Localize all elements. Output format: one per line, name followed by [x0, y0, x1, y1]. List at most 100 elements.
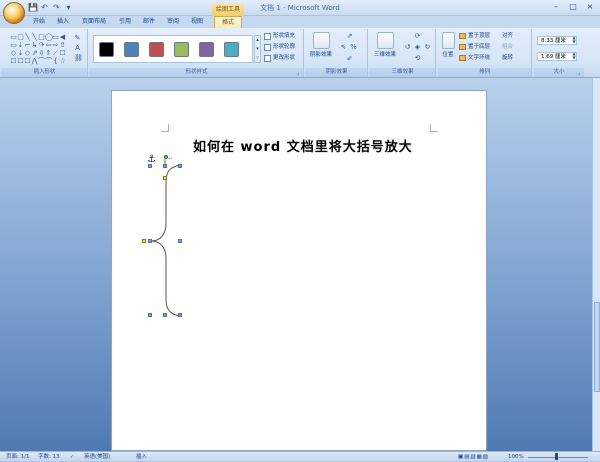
resize-handle-bottom-left[interactable] [148, 313, 152, 317]
shadow-toggle-icon[interactable]: % [350, 44, 357, 51]
text-wrap-button[interactable]: 文字环绕 [459, 54, 490, 62]
vertical-scrollbar[interactable] [592, 78, 600, 451]
shape-option-29[interactable]: ⌒ [45, 57, 52, 65]
shape-option-27[interactable]: ⋀ [31, 57, 38, 65]
resize-handle-bottom[interactable] [163, 313, 167, 317]
group-label-shadow: 阴影效果 [306, 68, 367, 77]
style-swatch-green[interactable] [174, 41, 189, 57]
shape-option-3[interactable]: ╲ [31, 33, 38, 41]
tab-format[interactable]: 格式 [214, 16, 242, 28]
shape-option-14[interactable]: ⇨ [52, 41, 59, 49]
tab-mailings[interactable]: 邮件 [140, 16, 158, 28]
tab-review[interactable]: 审阅 [164, 16, 182, 28]
adjust-handle-tip[interactable] [142, 239, 146, 243]
shape-option-22[interactable]: ⟋ [52, 49, 59, 57]
shape-outline-label: 形状轮廓 [273, 44, 296, 50]
send-to-back-button[interactable]: 置于底层 [459, 43, 490, 51]
resize-handle-bottom-right[interactable] [178, 313, 182, 317]
change-shape-icon [264, 55, 271, 62]
style-swatch-black[interactable] [99, 41, 114, 57]
zoom-slider-thumb[interactable] [555, 453, 558, 460]
resize-handle-top-right[interactable] [178, 164, 182, 168]
group-button[interactable]: 组合 [502, 43, 513, 51]
tilt-up-icon[interactable]: ⟳ [414, 33, 421, 40]
tilt-right-icon[interactable]: ↻ [424, 44, 431, 51]
shape-option-15[interactable]: ⇧ [59, 41, 66, 49]
tab-insert[interactable]: 插入 [54, 16, 72, 28]
shape-option-5[interactable]: ◯ [45, 33, 53, 41]
shape-option-19[interactable]: ⇗ [31, 49, 38, 57]
shape-option-28[interactable]: ⌒ [38, 57, 45, 65]
change-shape-button[interactable]: 更改形状 [264, 54, 295, 63]
scrollbar-thumb[interactable] [594, 302, 600, 392]
shape-option-2[interactable]: ╲ [24, 33, 31, 41]
style-swatch-red[interactable] [149, 41, 164, 57]
3d-effects-button[interactable]: 三维效果 [372, 32, 398, 58]
shape-option-16[interactable]: ◇ [10, 49, 17, 57]
tab-references[interactable]: 引用 [116, 16, 134, 28]
3d-toggle-icon[interactable]: ◈ [414, 44, 421, 51]
minimize-button[interactable]: – [548, 2, 564, 13]
shape-option-11[interactable]: ↳ [31, 41, 38, 49]
tilt-down-icon[interactable]: ⟲ [414, 55, 421, 62]
group-shadow: 阴影效果 ⇗ ⇖ % ⇙ 阴影效果 [306, 29, 368, 77]
adjust-handle-curve[interactable] [163, 176, 167, 180]
shape-option-7[interactable]: ◀ [59, 33, 66, 41]
shape-option-9[interactable]: ⇣ [17, 41, 24, 49]
shape-option-20[interactable]: ⇩ [38, 49, 45, 57]
tab-view[interactable]: 视图 [188, 16, 206, 28]
style-swatch-purple[interactable] [199, 41, 214, 57]
tilt-left-icon[interactable]: ↺ [404, 44, 411, 51]
shape-option-18[interactable]: ◇ [24, 49, 31, 57]
nudge-up-icon[interactable]: ⇗ [346, 33, 353, 40]
shape-option-0[interactable]: ▭ [10, 33, 17, 41]
style-swatch-teal[interactable] [224, 41, 239, 57]
dialog-launcher-icon[interactable]: ⌟ [297, 71, 302, 76]
gallery-scroll[interactable]: ▴ ▾ ▿ [254, 35, 261, 63]
nudge-left-icon[interactable]: ⇖ [340, 44, 347, 51]
shape-fill-button[interactable]: 形状填充 [264, 32, 295, 41]
shape-option-8[interactable]: ▭ [10, 41, 17, 49]
shape-option-6[interactable]: ▭ [52, 33, 59, 41]
maximize-button[interactable]: □ [565, 2, 581, 13]
shape-option-30[interactable]: { [52, 57, 59, 65]
shape-outline-button[interactable]: 形状轮廓 [264, 43, 295, 52]
shape-option-12[interactable]: ↷ [38, 41, 45, 49]
height-spinner[interactable]: ▲ ▼ [571, 36, 577, 45]
resize-handle-top[interactable] [163, 164, 167, 168]
shadow-effects-button[interactable]: 阴影效果 [308, 32, 334, 58]
shape-option-31[interactable]: ☆ [59, 57, 66, 65]
tab-page-layout[interactable]: 页面布局 [78, 16, 110, 28]
style-swatch-blue[interactable] [124, 41, 139, 57]
zoom-slider[interactable] [528, 457, 588, 458]
close-button[interactable]: × [582, 2, 598, 13]
link-icon[interactable]: ⛓ [74, 55, 83, 62]
size-dialog-launcher-icon[interactable]: ⌟ [578, 71, 583, 76]
document-heading[interactable]: 如何在 word 文档里将大括号放大 [193, 136, 413, 155]
shape-option-13[interactable]: ⇦ [45, 41, 52, 49]
resize-handle-top-left[interactable] [148, 164, 152, 168]
width-spinner[interactable]: ▲ ▼ [571, 52, 577, 61]
shape-option-24[interactable]: ☐ [10, 57, 17, 65]
position-button[interactable]: 位置 [439, 32, 457, 58]
shape-option-17[interactable]: ⇣ [17, 49, 24, 57]
nudge-down-icon[interactable]: ⇙ [346, 55, 353, 62]
shape-option-4[interactable]: □ [38, 33, 45, 41]
office-button[interactable] [3, 2, 25, 24]
shape-option-26[interactable]: ☐ [24, 57, 31, 65]
shape-option-10[interactable]: ⌐ [24, 41, 31, 49]
align-button[interactable]: 对齐 [502, 32, 513, 40]
shape-option-21[interactable]: ⇑ [45, 49, 52, 57]
shape-option-23[interactable]: ☐ [59, 49, 66, 57]
resize-handle-right[interactable] [178, 239, 182, 243]
tab-home[interactable]: 开始 [30, 16, 48, 28]
shapes-gallery[interactable]: ▭ ▢ ╲ ╲ □ ◯ ▭ ◀ ▭ ⇣ ⌐ ↳ ↷ ⇦ ⇨ ⇧ ◇ ⇣ ◇ ⇗ ⇩ ⇑ ⟋ ☐ ☐ ☐ ☐ ⋀ ⌒ ⌒{☆ [10, 33, 68, 65]
resize-handle-left[interactable] [148, 239, 152, 243]
shape-option-25[interactable]: ☐ [17, 57, 24, 65]
shape-option-1[interactable]: ▢ [17, 33, 24, 41]
text-box-icon[interactable]: A [74, 45, 81, 52]
rotation-handle[interactable] [164, 155, 168, 159]
edit-shape-icon[interactable]: ✎ [74, 35, 81, 42]
rotate-button[interactable]: 旋转 [502, 54, 513, 62]
bring-to-front-button[interactable]: 置于顶层 [459, 32, 490, 40]
